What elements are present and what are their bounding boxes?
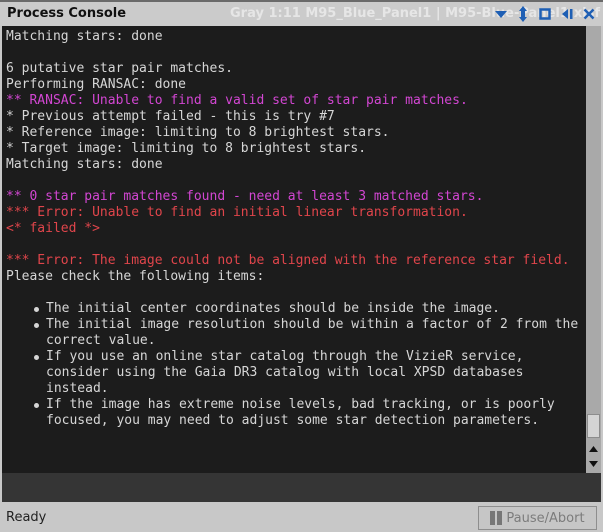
vertical-arrows-icon [519,6,527,22]
bullet-icon [34,403,39,408]
console-line: 6 putative star pair matches. [6,61,233,76]
checklist-item: If the image has extreme noise levels, b… [6,397,586,429]
bullet-icon [34,355,39,360]
console-line: ** RANSAC: Unable to find a valid set of… [6,93,468,108]
checklist-item: The initial image resolution should be w… [6,317,586,349]
status-bar: Ready Pause/Abort [0,503,603,532]
resize-button[interactable] [515,5,531,23]
checklist-item-line: focused, you may need to adjust some sta… [46,413,540,428]
checklist-item-line: consider using the Gaia DR3 catalog with… [46,365,524,380]
console-line: * Previous attempt failed - this is try … [6,109,335,124]
scroll-up-arrow-icon[interactable] [588,443,599,455]
scroll-down-arrow-icon[interactable] [588,458,599,470]
pause-abort-label: Pause/Abort [506,510,585,526]
collapse-button[interactable] [493,5,509,23]
pause-icon [490,511,503,525]
maximize-button[interactable] [537,5,553,23]
checklist-item-line: If you use an online star catalog throug… [46,349,524,364]
square-icon [539,8,551,20]
checklist-item-line: If the image has extreme noise levels, b… [46,397,555,412]
console-line: ** 0 star pair matches found - need at l… [6,189,484,204]
console-line: Please check the following items: [6,269,265,284]
status-text: Ready [6,510,47,525]
console-line: Matching stars: done [6,157,163,172]
console-input-area [2,473,601,502]
close-icon [583,8,595,20]
console-line: Performing RANSAC: done [6,77,187,92]
console-text: Matching stars: done 6 putative star pair… [6,29,586,429]
console-output[interactable]: Matching stars: done 6 putative star pair… [2,26,586,473]
console-line: *** Error: Unable to find an initial lin… [6,205,468,220]
bullet-icon [34,323,39,328]
title-bar[interactable]: Gray 1:11 M95_Blue_Panel1 | M95-Blue-Pan… [0,2,603,26]
window-title: Process Console [7,6,127,21]
console-line: *** Error: The image could not be aligne… [6,253,570,268]
console-line: * Reference image: limiting to 8 brighte… [6,125,390,140]
dock-left-icon [562,9,573,19]
checklist-item: If you use an online star catalog throug… [6,349,586,397]
pause-abort-button[interactable]: Pause/Abort [478,506,597,530]
console-line: <* failed *> [6,221,100,236]
checklist-item-line: instead. [46,381,109,396]
checklist: The initial center coordinates should be… [6,301,586,429]
console-line: * Target image: limiting to 8 brightest … [6,141,367,156]
checklist-item: The initial center coordinates should be… [6,301,586,317]
console-line: Matching stars: done [6,29,163,44]
dock-left-button[interactable] [559,5,575,23]
window-buttons [493,5,597,23]
checklist-item-line: The initial center coordinates should be… [46,301,500,316]
bullet-icon [34,307,39,312]
vertical-scrollbar[interactable] [586,26,601,473]
scrollbar-thumb[interactable] [587,414,600,438]
checklist-item-line: The initial image resolution should be w… [46,317,579,332]
checklist-item-line: correct value. [46,333,156,348]
close-button[interactable] [581,5,597,23]
triangle-down-icon [495,11,507,18]
